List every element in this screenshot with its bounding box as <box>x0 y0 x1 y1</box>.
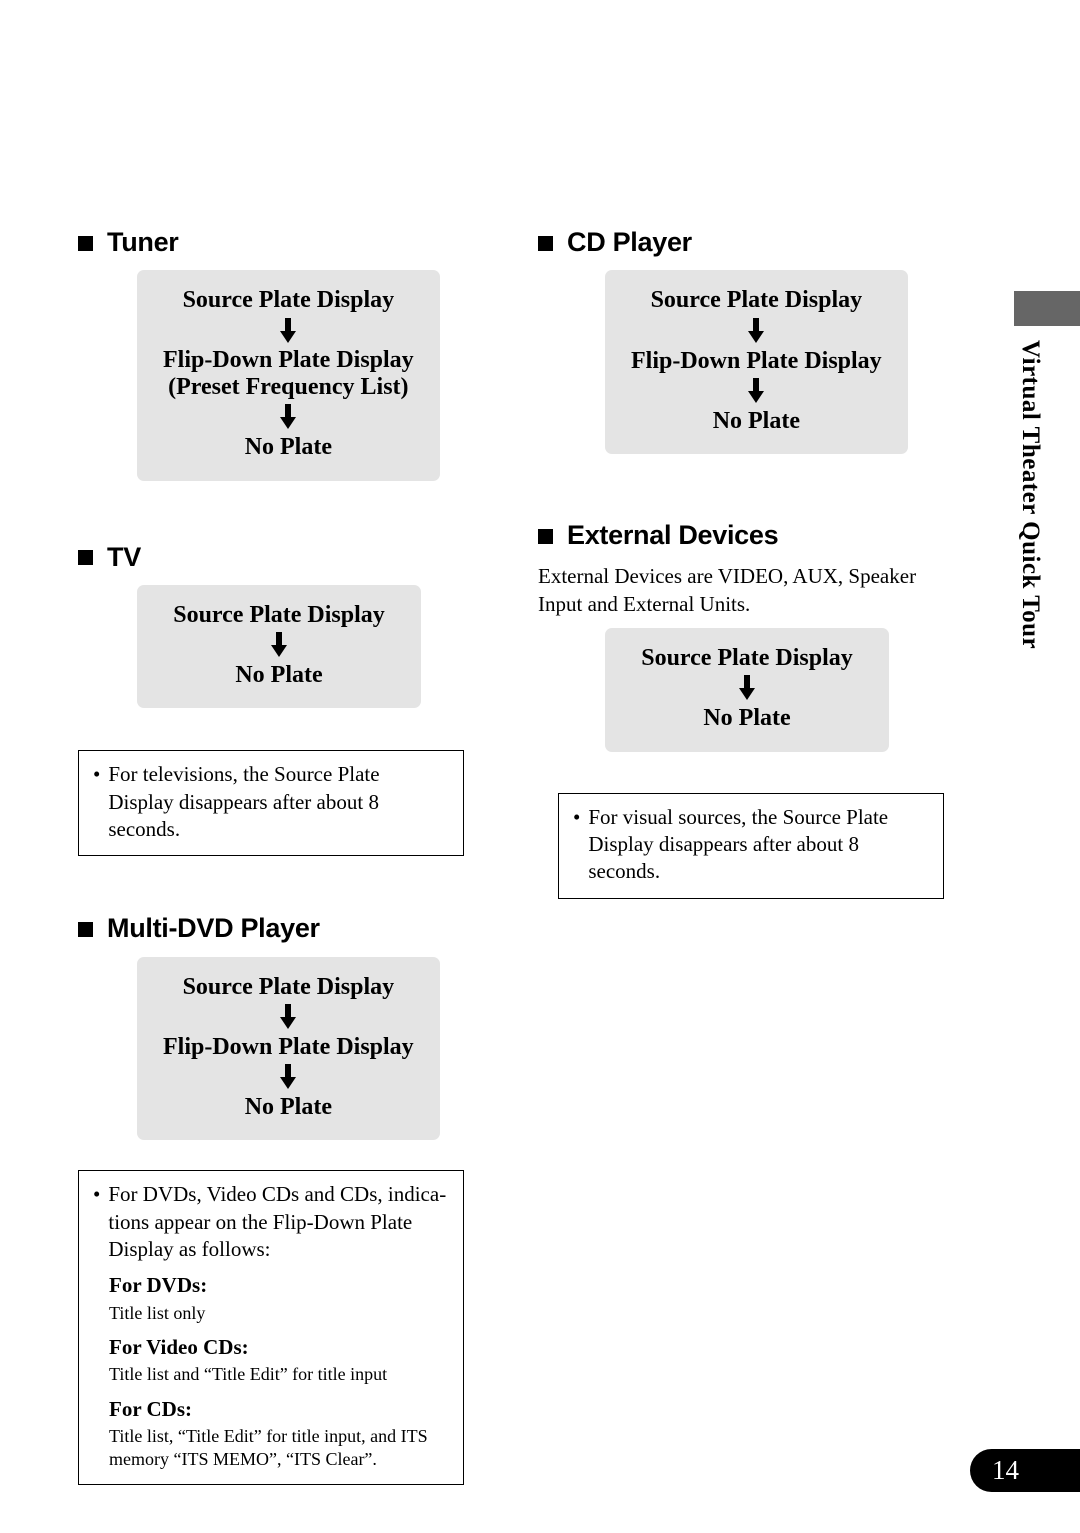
down-arrow-icon <box>163 630 395 661</box>
note-sub-label: For CDs: <box>109 1396 193 1421</box>
flow-step: (Preset Frequency List) <box>168 374 409 401</box>
note-sub-body: Title list, “Title Edit” for title input… <box>109 1426 428 1470</box>
list-bullet-icon: • <box>573 804 581 829</box>
page-number-text: 14 <box>992 1455 1019 1485</box>
square-bullet-icon <box>538 528 553 544</box>
note-sub-label: For Video CDs: <box>109 1335 249 1360</box>
section-heading-tv: TV <box>78 541 490 572</box>
flow-diagram-cd-player: Source Plate Display Flip-Down Plate Dis… <box>605 270 908 455</box>
square-bullet-icon <box>78 235 93 251</box>
down-arrow-icon <box>163 1002 414 1033</box>
section-heading-tuner: Tuner <box>78 228 490 256</box>
section-external-devices: External Devices External Devices are VI… <box>538 521 950 899</box>
heading-text: Tuner <box>107 227 179 257</box>
heading-text: Multi-DVD Player <box>107 913 320 944</box>
heading-text: CD Player <box>567 227 692 257</box>
down-arrow-icon <box>631 316 882 347</box>
right-column: CD Player Source Plate Display Flip-Down… <box>538 228 950 899</box>
square-bullet-icon <box>78 550 93 566</box>
flow-step: No Plate <box>703 705 791 732</box>
flow-diagram-tuner: Source Plate Display Flip-Down Plate Dis… <box>137 270 440 481</box>
flow-step: Source Plate Display <box>182 973 395 1000</box>
note-box-tv: • For televisions, the Source Plate Disp… <box>78 750 464 857</box>
section-heading-external-devices: External Devices <box>538 521 950 549</box>
left-column: Tuner Source Plate Display Flip-Down Pla… <box>78 228 490 1485</box>
down-arrow-icon <box>163 402 414 433</box>
list-bullet-icon: • <box>93 762 101 787</box>
intro-paragraph: External Devices are VIDEO, AUX, Speaker… <box>538 564 917 616</box>
down-arrow-icon <box>631 376 882 407</box>
down-arrow-icon <box>631 673 863 704</box>
square-bullet-icon <box>78 921 93 937</box>
flow-step: No Plate <box>235 662 323 689</box>
flow-step: Flip-Down Plate Display <box>631 347 882 374</box>
section-tuner: Tuner Source Plate Display Flip-Down Pla… <box>78 228 490 481</box>
section-tv: TV Source Plate Display No Plate • For t… <box>78 541 490 857</box>
list-bullet-icon: • <box>93 1182 101 1207</box>
flow-diagram-tv: Source Plate Display No Plate <box>137 584 421 709</box>
note-box-multi-dvd: • For DVDs, Video CDs and CDs, indica-ti… <box>78 1170 464 1485</box>
flow-step: Source Plate Display <box>173 601 385 628</box>
down-arrow-icon <box>163 1062 414 1093</box>
heading-text: External Devices <box>567 520 779 551</box>
flow-step: Source Plate Display <box>641 645 853 672</box>
manual-page: Tuner Source Plate Display Flip-Down Pla… <box>0 0 1080 1533</box>
side-tab-text: Virtual Theater Quick Tour <box>1017 340 1044 650</box>
page-number: 14 <box>970 1449 1080 1492</box>
section-heading-cd-player: CD Player <box>538 228 950 256</box>
flow-step: Source Plate Display <box>650 287 863 314</box>
section-cd-player: CD Player Source Plate Display Flip-Down… <box>538 228 950 455</box>
section-multi-dvd: Multi-DVD Player Source Plate Display Fl… <box>78 913 490 1485</box>
note-text: For visual sources, the Source Plate Dis… <box>588 804 889 884</box>
note-sub-body: Title list only <box>109 1302 206 1323</box>
section-heading-multi-dvd: Multi-DVD Player <box>78 913 490 944</box>
flow-step: Flip-Down Plate Display <box>163 1033 414 1060</box>
note-sub-label: For DVDs: <box>109 1273 208 1298</box>
flow-step: No Plate <box>244 434 332 461</box>
flow-step: Flip-Down Plate Display <box>163 346 414 373</box>
side-tab-label: Virtual Theater Quick Tour <box>1008 340 1052 670</box>
square-bullet-icon <box>538 235 553 251</box>
side-tab-block <box>1014 291 1080 326</box>
note-box-external-devices: • For visual sources, the Source Plate D… <box>558 792 944 899</box>
flow-diagram-multi-dvd: Source Plate Display Flip-Down Plate Dis… <box>137 956 440 1141</box>
flow-diagram-external-devices: Source Plate Display No Plate <box>605 628 889 752</box>
note-list-item: • For televisions, the Source Plate Disp… <box>93 761 449 843</box>
down-arrow-icon <box>163 316 414 347</box>
note-list-item: • For DVDs, Video CDs and CDs, indica-ti… <box>93 1181 449 1263</box>
note-text: For televisions, the Source Plate Displa… <box>108 762 380 841</box>
note-sub-body: Title list and “Title Edit” for title in… <box>109 1364 388 1385</box>
flow-step: No Plate <box>712 407 800 434</box>
flow-step: No Plate <box>244 1094 332 1121</box>
flow-step: Source Plate Display <box>182 287 395 314</box>
note-list-item: • For visual sources, the Source Plate D… <box>573 804 929 886</box>
heading-text: TV <box>107 541 141 572</box>
note-text: For DVDs, Video CDs and CDs, indica-tion… <box>108 1182 447 1262</box>
